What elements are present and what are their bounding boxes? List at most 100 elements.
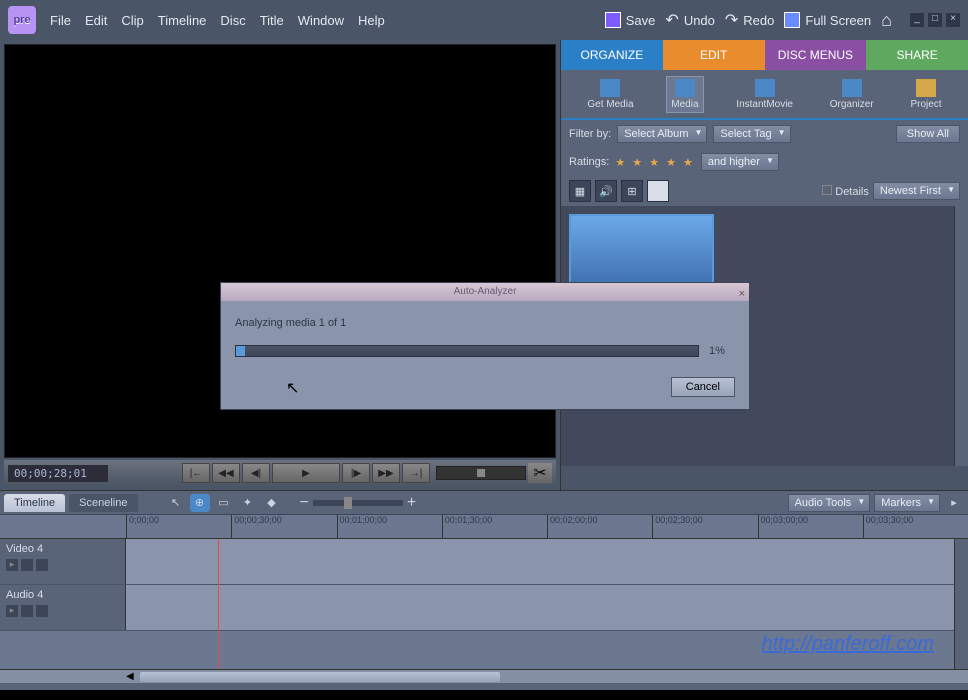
goto-out-button[interactable]: →| [402, 463, 430, 483]
fullscreen-button[interactable]: Full Screen [784, 12, 871, 28]
menu-help[interactable]: Help [358, 13, 385, 28]
play-button[interactable]: ▶ [272, 463, 340, 483]
playhead[interactable] [218, 539, 219, 669]
audio-track-label: Audio 4 [6, 589, 43, 601]
video-track-header[interactable]: Video 4 ▸ [0, 539, 126, 584]
media-scrollbar[interactable] [954, 206, 968, 466]
audio-tools-dropdown[interactable]: Audio Tools [788, 494, 871, 512]
watermark-link[interactable]: http://panferoff.com [762, 633, 934, 656]
save-button[interactable]: Save [605, 12, 656, 28]
step-back-button[interactable]: ◀| [242, 463, 270, 483]
project-icon [916, 79, 936, 97]
zoom-in-button[interactable]: + [407, 494, 416, 512]
tab-disc-menus[interactable]: DISC MENUS [765, 40, 867, 70]
markers-dropdown[interactable]: Markers [874, 494, 940, 512]
menu-clip[interactable]: Clip [121, 13, 143, 28]
sort-dropdown[interactable]: Newest First [873, 182, 960, 200]
home-icon[interactable]: ⌂ [881, 10, 892, 31]
zoom-slider[interactable] [313, 500, 403, 506]
menu-timeline[interactable]: Timeline [158, 13, 207, 28]
rewind-button[interactable]: ◀◀ [212, 463, 240, 483]
dialog-body: Analyzing media 1 of 1 1% Cancel [221, 301, 749, 409]
get-media-icon [600, 79, 620, 97]
audio-track-header[interactable]: Audio 4 ▸ [0, 585, 126, 630]
video-track-content[interactable] [126, 539, 968, 584]
tool-get-media[interactable]: Get Media [583, 77, 637, 112]
instantmovie-label: InstantMovie [736, 99, 793, 110]
view-row: ▦ 🔊 ⊞ Details Newest First [561, 176, 968, 206]
track-toggle-1[interactable] [21, 605, 33, 617]
hscroll-thumb[interactable] [140, 672, 500, 682]
window-controls: _ □ × [910, 13, 960, 27]
tab-share[interactable]: SHARE [866, 40, 968, 70]
maximize-button[interactable]: □ [928, 13, 942, 27]
ruler-tick: 00;01;30;00 [442, 515, 547, 538]
panel-tabs: ORGANIZE EDIT DISC MENUS SHARE [561, 40, 968, 70]
smart-trim-button[interactable]: ✦ [238, 494, 258, 512]
goto-in-button[interactable]: |← [182, 463, 210, 483]
view-grid-button[interactable]: ▦ [569, 180, 591, 202]
ruler-tick: 00;00;30;00 [231, 515, 336, 538]
dialog-title-text: Auto-Analyzer [454, 286, 517, 297]
album-dropdown[interactable]: Select Album [617, 125, 707, 143]
tab-sceneline[interactable]: Sceneline [69, 494, 137, 512]
tool-media[interactable]: Media [666, 76, 703, 113]
video-track: Video 4 ▸ [0, 539, 968, 585]
rating-stars[interactable]: ★ ★ ★ ★ ★ [615, 156, 695, 169]
fastfwd-button[interactable]: ▶▶ [372, 463, 400, 483]
shuttle-slider[interactable] [436, 466, 526, 480]
cancel-button[interactable]: Cancel [671, 377, 735, 397]
view-tag-button[interactable]: ⊞ [621, 180, 643, 202]
show-all-button[interactable]: Show All [896, 125, 960, 143]
timeline-hscrollbar[interactable]: ◀ [0, 669, 968, 683]
view-list-button[interactable] [647, 180, 669, 202]
dialog-close-button[interactable]: × [739, 285, 745, 303]
tool-project[interactable]: Project [906, 77, 945, 112]
media-label: Media [671, 99, 698, 110]
selection-tool[interactable]: ↖ [166, 494, 186, 512]
timecode-display[interactable]: 00;00;28;01 [8, 465, 108, 482]
audio-track: Audio 4 ▸ [0, 585, 968, 631]
organizer-icon [842, 79, 862, 97]
menu-edit[interactable]: Edit [85, 13, 107, 28]
menu-file[interactable]: File [50, 13, 71, 28]
expand-icon[interactable]: ▸ [6, 605, 18, 617]
menu-title[interactable]: Title [260, 13, 284, 28]
zoom-out-button[interactable]: − [300, 494, 309, 512]
tag-dropdown[interactable]: Select Tag [713, 125, 790, 143]
track-toggle-2[interactable] [36, 605, 48, 617]
tab-timeline[interactable]: Timeline [4, 494, 65, 512]
menu-disc[interactable]: Disc [220, 13, 245, 28]
dialog-titlebar[interactable]: Auto-Analyzer × [221, 283, 749, 301]
expand-icon[interactable]: ▸ [6, 559, 18, 571]
tool-instantmovie[interactable]: InstantMovie [732, 77, 797, 112]
audio-track-content[interactable] [126, 585, 968, 630]
track-toggle-2[interactable] [36, 559, 48, 571]
step-fwd-button[interactable]: |▶ [342, 463, 370, 483]
rating-filter-dropdown[interactable]: and higher [701, 153, 779, 171]
tab-edit[interactable]: EDIT [663, 40, 765, 70]
marker-button[interactable]: ◆ [262, 494, 282, 512]
close-button[interactable]: × [946, 13, 960, 27]
save-icon [605, 12, 621, 28]
minimize-button[interactable]: _ [910, 13, 924, 27]
ruler-tick: 00;03;30;00 [863, 515, 968, 538]
details-checkbox[interactable]: Details [822, 185, 869, 198]
media-icon [675, 79, 695, 97]
redo-button[interactable]: ↷ Redo [725, 10, 774, 30]
track-toggle-1[interactable] [21, 559, 33, 571]
properties-button[interactable]: ▭ [214, 494, 234, 512]
scroll-left-button[interactable]: ◀ [126, 671, 134, 682]
tool-organizer[interactable]: Organizer [826, 77, 878, 112]
ruler-tick: 00;02;00;00 [547, 515, 652, 538]
view-audio-button[interactable]: 🔊 [595, 180, 617, 202]
time-stretch-tool[interactable]: ⊕ [190, 494, 210, 512]
undo-button[interactable]: ↶ Undo [665, 10, 714, 30]
timeline-menu-button[interactable]: ▸ [944, 494, 964, 512]
timeline-vscrollbar[interactable] [954, 539, 968, 669]
timeline-ruler[interactable]: 0;00;00 00;00;30;00 00;01;00;00 00;01;30… [0, 515, 968, 539]
split-clip-button[interactable]: ✂ [528, 463, 552, 483]
menu-window[interactable]: Window [298, 13, 344, 28]
progress-fill [236, 346, 245, 356]
tab-organize[interactable]: ORGANIZE [561, 40, 663, 70]
